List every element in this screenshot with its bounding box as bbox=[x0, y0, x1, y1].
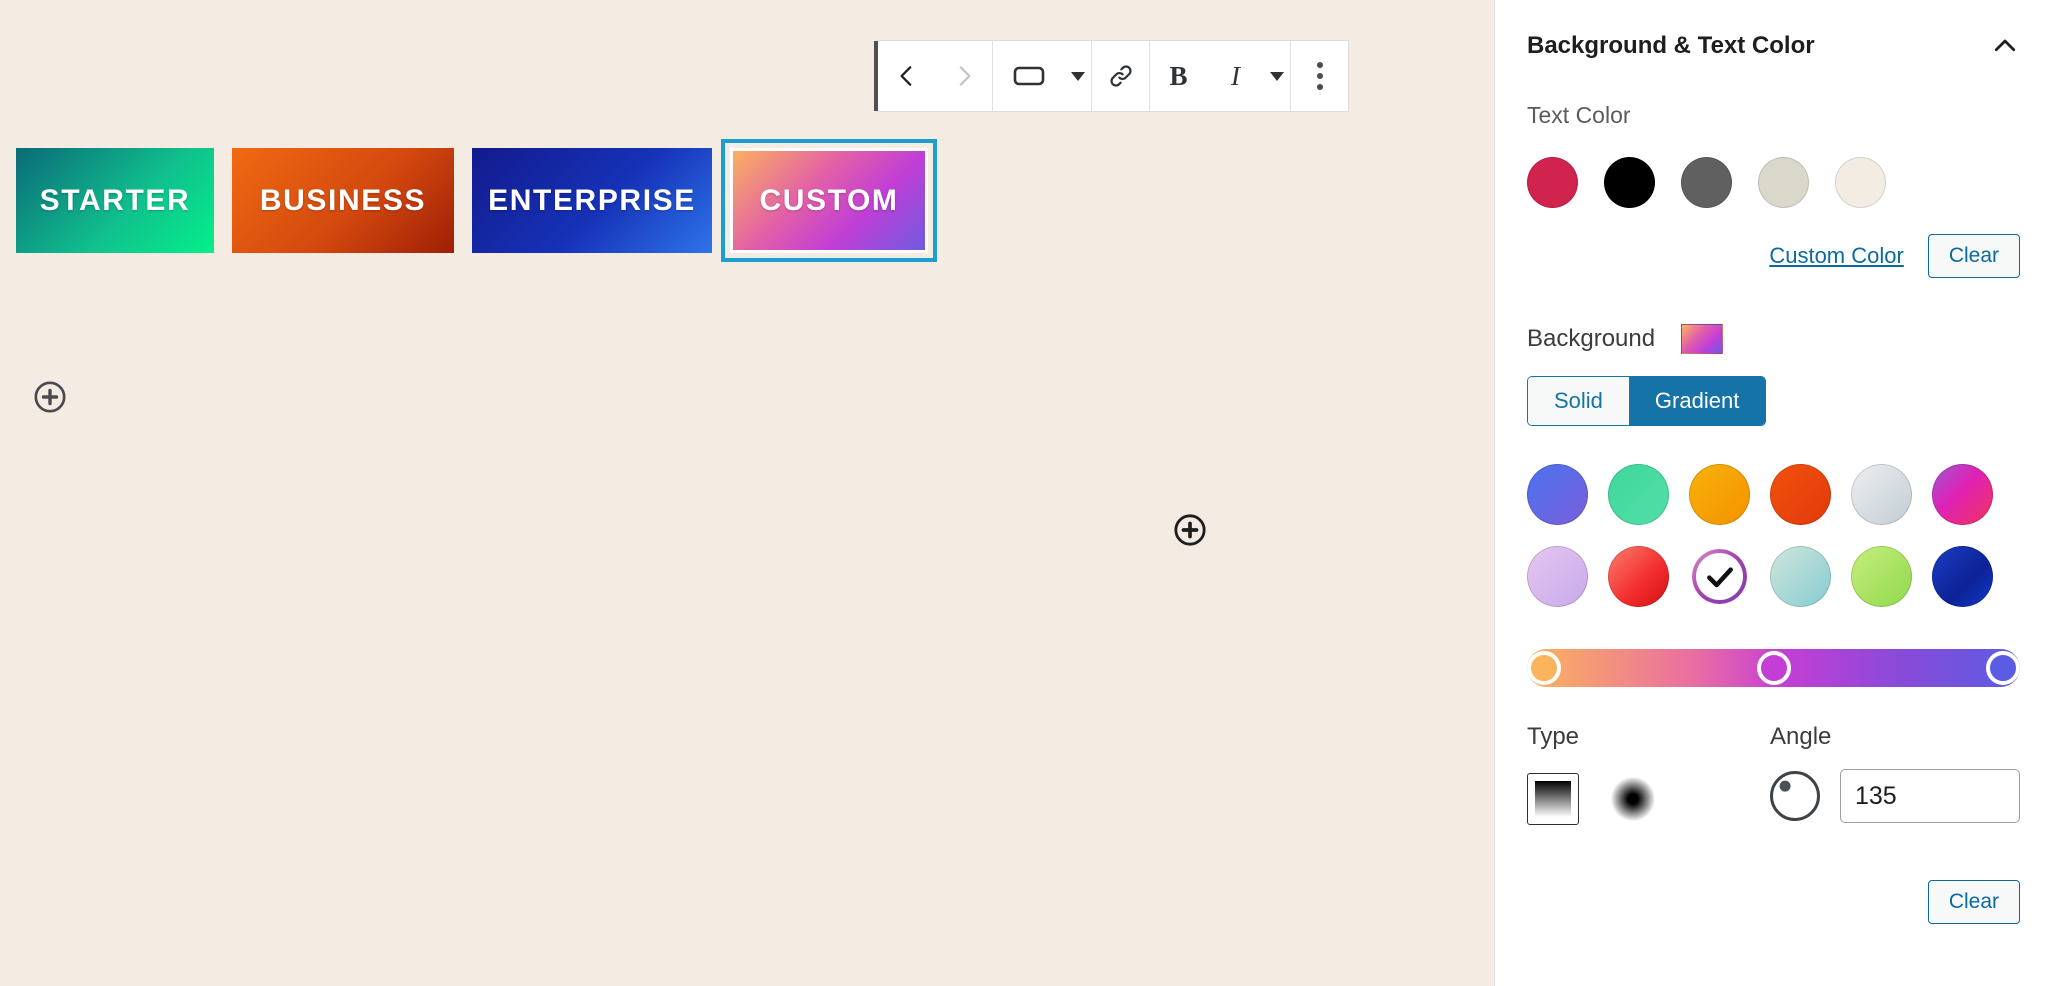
angle-controls bbox=[1770, 769, 2020, 823]
editor-root: B I STARTER BUSINESS ENTERPRISE CUSTOM B… bbox=[0, 0, 2052, 986]
gradient-swatch-cool-to-warm-spectrum[interactable] bbox=[1932, 464, 1993, 525]
gradient-stop-slider[interactable] bbox=[1527, 649, 2020, 687]
more-formatting-chevron-down-icon[interactable] bbox=[1264, 41, 1290, 111]
gradient-swatch-very-light-gray-to-cyan-bluish-gray[interactable] bbox=[1851, 464, 1912, 525]
text-color-swatch-1[interactable] bbox=[1527, 157, 1578, 208]
toolbar-group-navigation bbox=[878, 41, 993, 111]
next-block-button[interactable] bbox=[935, 41, 992, 111]
angle-dial[interactable] bbox=[1770, 771, 1820, 821]
text-color-swatch-4[interactable] bbox=[1758, 157, 1809, 208]
previous-block-button[interactable] bbox=[878, 41, 935, 111]
editor-canvas: B I STARTER BUSINESS ENTERPRISE CUSTOM bbox=[0, 0, 1494, 986]
type-angle-row: Type Angle bbox=[1527, 723, 2020, 825]
italic-button[interactable]: I bbox=[1207, 41, 1264, 111]
clear-background-button[interactable]: Clear bbox=[1927, 880, 2020, 924]
gradient-type-options bbox=[1527, 773, 1770, 825]
gradient-swatch-vivid-cyan-blue-to-vivid-purple[interactable] bbox=[1527, 464, 1588, 525]
toolbar-group-link bbox=[1092, 41, 1150, 111]
button-label: CUSTOM bbox=[759, 183, 899, 217]
bold-button[interactable]: B bbox=[1150, 41, 1207, 111]
background-gradient-preview[interactable] bbox=[1681, 324, 1724, 354]
button-label: BUSINESS bbox=[259, 183, 427, 217]
gradient-swatch-custom-gradient[interactable] bbox=[1689, 546, 1750, 607]
button-label: ENTERPRISE bbox=[488, 183, 696, 217]
settings-sidebar: Background & Text Color Text Color Custo… bbox=[1494, 0, 2052, 986]
text-color-swatch-5[interactable] bbox=[1835, 157, 1886, 208]
gradient-stop-handle-2[interactable] bbox=[1756, 651, 1791, 685]
block-type-button-icon[interactable] bbox=[993, 41, 1065, 111]
toolbar-group-more bbox=[1291, 41, 1348, 111]
block-appender-left[interactable] bbox=[33, 380, 67, 414]
button-block-custom[interactable]: CUSTOM bbox=[721, 139, 937, 262]
angle-input[interactable] bbox=[1840, 769, 2020, 823]
background-tab-solid[interactable]: Solid bbox=[1528, 377, 1629, 425]
background-label: Background bbox=[1527, 325, 1656, 352]
button-block-business[interactable]: BUSINESS bbox=[232, 148, 454, 253]
block-toolbar: B I bbox=[874, 40, 1349, 112]
gradient-swatch-luminous-dusk[interactable] bbox=[1770, 546, 1831, 607]
gradient-stop-handle-3[interactable] bbox=[1986, 651, 2020, 685]
gradient-swatch-pale-ocean[interactable] bbox=[1851, 546, 1912, 607]
gradient-swatch-electric-grass[interactable] bbox=[1932, 546, 1993, 607]
text-color-label: Text Color bbox=[1527, 102, 1631, 128]
vertical-dots-icon bbox=[1316, 62, 1323, 90]
gradient-swatch-grid bbox=[1527, 464, 2020, 607]
check-icon bbox=[1693, 550, 1746, 603]
panel-header-background-text-color[interactable]: Background & Text Color bbox=[1527, 24, 2020, 68]
button-block-enterprise[interactable]: ENTERPRISE bbox=[472, 148, 712, 253]
link-icon[interactable] bbox=[1092, 41, 1149, 111]
custom-color-link[interactable]: Custom Color bbox=[1769, 243, 1903, 269]
text-color-swatch-3[interactable] bbox=[1681, 157, 1732, 208]
gradient-swatch-light-green-cyan-to-vivid-green-cyan[interactable] bbox=[1608, 464, 1669, 525]
buttons-block: STARTER BUSINESS ENTERPRISE CUSTOM bbox=[0, 139, 937, 262]
gradient-swatch-luminous-vivid-orange-to-vivid-red[interactable] bbox=[1770, 464, 1831, 525]
toolbar-group-formatting: B I bbox=[1150, 41, 1291, 111]
angle-label: Angle bbox=[1770, 723, 1832, 750]
linear-gradient-icon[interactable] bbox=[1527, 773, 1579, 825]
more-options-button[interactable] bbox=[1291, 41, 1348, 111]
gradient-swatch-luminous-vivid-amber-to-luminous-vivid-orange[interactable] bbox=[1689, 464, 1750, 525]
clear-text-color-button[interactable]: Clear bbox=[1927, 234, 2020, 278]
background-row: Background bbox=[1527, 324, 2020, 354]
italic-label: I bbox=[1231, 60, 1240, 91]
chevron-up-icon[interactable] bbox=[1990, 31, 2020, 61]
bold-label: B bbox=[1169, 60, 1188, 91]
gradient-angle-column: Angle bbox=[1770, 723, 2020, 825]
text-color-swatch-list bbox=[1527, 157, 2020, 208]
panel-title: Background & Text Color bbox=[1527, 32, 1815, 59]
toolbar-group-block-type bbox=[993, 41, 1092, 111]
background-tab-gradient[interactable]: Gradient bbox=[1628, 377, 1766, 425]
clear-background-row: Clear bbox=[1927, 880, 2020, 924]
button-block-starter[interactable]: STARTER bbox=[16, 148, 214, 253]
radial-gradient-icon[interactable] bbox=[1611, 777, 1655, 821]
background-type-tabs: Solid Gradient bbox=[1527, 376, 1767, 426]
block-appender-right[interactable] bbox=[1173, 513, 1207, 547]
button-label: STARTER bbox=[39, 183, 191, 217]
text-color-swatch-2[interactable] bbox=[1604, 157, 1655, 208]
gradient-swatch-blush-bordeaux[interactable] bbox=[1608, 546, 1669, 607]
type-label: Type bbox=[1527, 723, 1580, 750]
gradient-swatch-blush-light-purple[interactable] bbox=[1527, 546, 1588, 607]
gradient-stop-handle-1[interactable] bbox=[1527, 651, 1561, 685]
chevron-down-icon[interactable] bbox=[1065, 41, 1091, 111]
text-color-actions: Custom Color Clear bbox=[1527, 234, 2020, 278]
gradient-type-column: Type bbox=[1527, 723, 1770, 825]
